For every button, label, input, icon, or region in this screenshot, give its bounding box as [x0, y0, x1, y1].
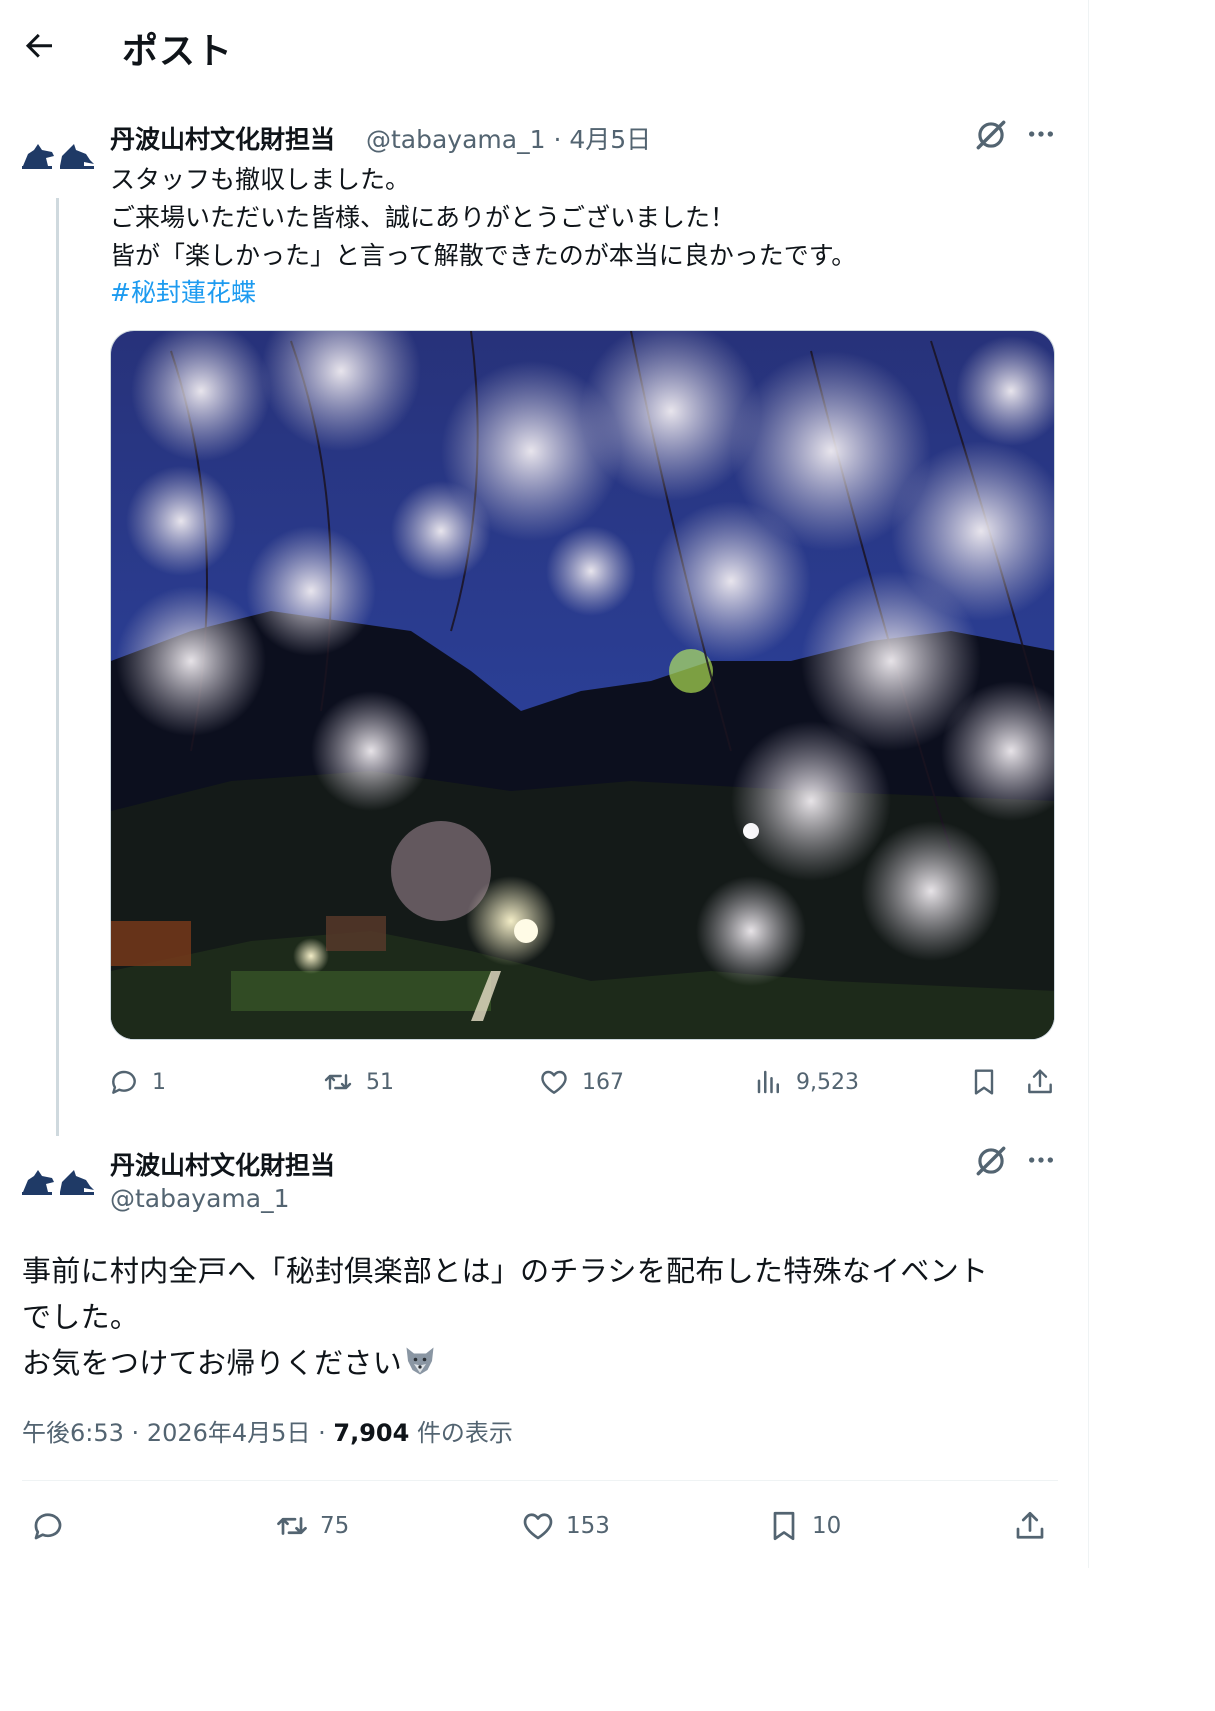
- views-icon: [757, 1070, 779, 1094]
- divider: [22, 1480, 1058, 1481]
- repost-count: 51: [366, 1069, 394, 1095]
- repost-button[interactable]: 75: [274, 1508, 349, 1544]
- bookmark-count: 10: [812, 1513, 842, 1539]
- page-header: ポスト: [0, 0, 1088, 92]
- post-date[interactable]: 4月5日: [569, 125, 651, 154]
- post-text-line: 皆が「楽しかった」と言って解散できたのが本当に良かったです。: [110, 241, 857, 270]
- separator: ·: [553, 125, 562, 154]
- bookmark-icon[interactable]: [968, 1066, 1000, 1098]
- reply-icon: [112, 1070, 136, 1094]
- bookmark-icon: [773, 1511, 795, 1541]
- like-button[interactable]: 153: [520, 1508, 610, 1544]
- wolf-emoji: [406, 1347, 434, 1375]
- post-stats: 午後6:53 · 2026年4月5日 · 7,904 件の表示: [22, 1413, 513, 1448]
- night-cherry-blossoms-photo: [111, 331, 1054, 1039]
- repost-button[interactable]: 51: [322, 1066, 394, 1098]
- reply-button[interactable]: [30, 1508, 76, 1544]
- repost-icon: [324, 1074, 352, 1090]
- page-title: ポスト: [122, 31, 234, 72]
- reply-icon: [34, 1513, 62, 1540]
- repost-count: 75: [320, 1513, 350, 1539]
- back-button[interactable]: [22, 27, 58, 63]
- post-text-line: でした。: [22, 1300, 140, 1334]
- bookmark-button[interactable]: 10: [766, 1508, 841, 1544]
- handle[interactable]: @tabayama_1: [366, 125, 546, 154]
- reply-count: 1: [152, 1069, 166, 1095]
- more-icon[interactable]: [1025, 118, 1057, 150]
- hashtag-link[interactable]: #秘封蓮花蝶: [110, 273, 256, 309]
- like-count: 153: [566, 1513, 610, 1539]
- handle[interactable]: @tabayama_1: [110, 1184, 290, 1213]
- more-icon[interactable]: [1025, 1144, 1057, 1176]
- views-count: 7,904: [333, 1419, 410, 1447]
- post-time[interactable]: 午後6:53: [22, 1419, 124, 1447]
- heart-icon: [541, 1070, 567, 1094]
- meta: @tabayama_1 · 4月5日: [366, 120, 651, 156]
- post-text: お気をつけてお帰りください: [22, 1346, 403, 1380]
- post-text-line: お気をつけてお帰りください: [22, 1340, 438, 1382]
- share-icon[interactable]: [1012, 1508, 1048, 1544]
- separator: ·: [131, 1419, 140, 1447]
- grok-icon[interactable]: [972, 116, 1010, 154]
- display-name[interactable]: 丹波山村文化財担当: [110, 120, 335, 156]
- post-image[interactable]: [110, 330, 1055, 1040]
- views-button[interactable]: 9,523: [754, 1066, 859, 1098]
- reply-button[interactable]: 1: [108, 1066, 166, 1098]
- post-text-line: スタッフも撤収しました。: [110, 165, 411, 194]
- grok-icon[interactable]: [972, 1142, 1010, 1180]
- post-text-line: ご来場いただいた皆様、誠にありがとうございました！: [110, 203, 736, 232]
- avatar[interactable]: [20, 136, 96, 184]
- views-label: 件の表示: [416, 1419, 513, 1447]
- post-text-line: 事前に村内全戸へ「秘封倶楽部とは」のチラシを配布した特殊なイベント: [22, 1254, 989, 1288]
- like-button[interactable]: 167: [538, 1066, 624, 1098]
- separator: ·: [318, 1419, 326, 1447]
- display-name[interactable]: 丹波山村文化財担当: [110, 1146, 335, 1182]
- repost-icon: [277, 1517, 307, 1535]
- like-count: 167: [582, 1069, 624, 1095]
- column-border: [1088, 0, 1089, 1568]
- heart-icon: [523, 1513, 553, 1540]
- post-date[interactable]: 2026年4月5日: [147, 1419, 311, 1447]
- avatar[interactable]: [20, 1162, 96, 1210]
- thread-line: [56, 198, 59, 1136]
- arrow-left-icon: [25, 33, 52, 58]
- share-icon[interactable]: [1024, 1066, 1056, 1098]
- views-count: 9,523: [796, 1069, 859, 1095]
